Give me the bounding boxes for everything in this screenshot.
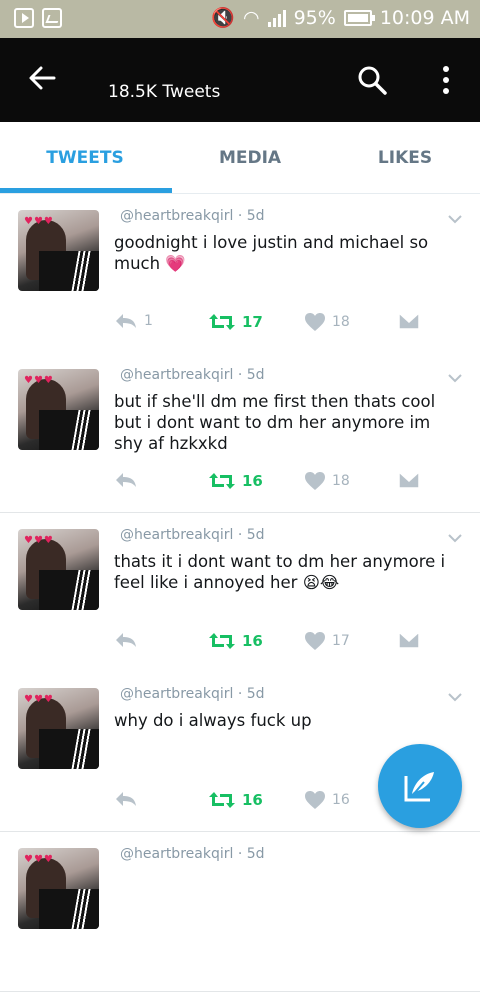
chevron-down-icon[interactable] (448, 692, 462, 702)
direct-message-icon (398, 631, 420, 649)
chevron-down-icon[interactable] (448, 373, 462, 383)
retweet-button[interactable]: 16 (208, 631, 263, 651)
active-tab-indicator (0, 188, 172, 193)
heart-icon (305, 472, 325, 490)
tweet-handle: @heartbreakqirl (120, 527, 234, 543)
tweet[interactable]: ♥♥♥ @heartbreakqirl · 5d (0, 832, 480, 992)
reply-icon (116, 314, 136, 328)
wifi-icon: ◠ (242, 6, 260, 29)
status-bar: 🔇 ◠ 95% 10:09 AM (0, 0, 480, 38)
retweet-button[interactable]: 17 (208, 312, 263, 332)
clock: 10:09 AM (379, 6, 470, 29)
signal-icon (267, 9, 286, 27)
chevron-down-icon[interactable] (448, 533, 462, 543)
avatar[interactable]: ♥♥♥ (18, 848, 99, 929)
avatar[interactable]: ♥♥♥ (18, 210, 99, 291)
tweet-time: 5d (246, 208, 265, 224)
tweet-time: 5d (246, 367, 265, 383)
tweet-text: why do i always fuck up (114, 711, 312, 730)
direct-message-icon (398, 471, 420, 489)
dm-button[interactable] (398, 471, 420, 489)
notification-play-icon (14, 8, 34, 28)
retweet-button[interactable]: 16 (208, 790, 263, 810)
profile-tweet-count: 18.5K Tweets (108, 82, 221, 102)
like-count: 18 (332, 314, 350, 330)
reply-button[interactable] (114, 631, 144, 649)
profile-tabs: TWEETS MEDIA LIKES (0, 122, 480, 194)
avatar[interactable]: ♥♥♥ (18, 529, 99, 610)
retweet-count: 16 (242, 791, 263, 809)
retweet-icon (209, 473, 235, 489)
heart-icon (305, 791, 325, 809)
retweet-icon (209, 633, 235, 649)
tweet[interactable]: ♥♥♥ @heartbreakqirl · 5d but if she'll d… (0, 353, 480, 513)
tweet-meta: @heartbreakqirl · 5d (120, 686, 265, 702)
like-button[interactable]: 18 (304, 312, 350, 332)
compose-tweet-button[interactable] (378, 744, 462, 828)
retweet-icon (209, 792, 235, 808)
direct-message-icon (398, 312, 420, 330)
back-arrow-icon[interactable] (24, 60, 60, 96)
dm-button[interactable] (398, 312, 420, 330)
tweet-text: goodnight i love justin and michael so m… (114, 233, 429, 273)
tweet-time: 5d (246, 686, 265, 702)
notification-image-icon (42, 8, 62, 28)
tweet-actions: 16 17 (114, 631, 434, 655)
like-button[interactable]: 17 (304, 631, 350, 651)
avatar[interactable]: ♥♥♥ (18, 688, 99, 769)
avatar[interactable]: ♥♥♥ (18, 369, 99, 450)
retweet-count: 17 (242, 313, 263, 331)
like-count: 18 (332, 473, 350, 489)
tab-tweets[interactable]: TWEETS (0, 122, 170, 194)
reply-icon (116, 792, 136, 806)
tweet-meta: @heartbreakqirl · 5d (120, 846, 265, 862)
like-button[interactable]: 16 (304, 790, 350, 810)
tweet-time: 5d (246, 527, 265, 543)
reply-icon (116, 473, 136, 487)
compose-tweet-icon (404, 772, 434, 802)
tweet-text: thats it i dont want to dm her anymore i… (114, 552, 446, 592)
chevron-down-icon[interactable] (448, 214, 462, 224)
tab-media[interactable]: MEDIA (165, 122, 335, 194)
tweet-handle: @heartbreakqirl (120, 846, 234, 862)
tweet-handle: @heartbreakqirl (120, 367, 234, 383)
like-count: 17 (332, 633, 350, 649)
retweet-count: 16 (242, 472, 263, 490)
retweet-button[interactable]: 16 (208, 471, 263, 491)
tweet-time: 5d (246, 846, 265, 862)
retweet-count: 16 (242, 632, 263, 650)
reply-icon (116, 633, 136, 647)
tweet-actions: 1 17 18 (114, 312, 434, 336)
tweet-handle: @heartbreakqirl (120, 208, 234, 224)
tweet[interactable]: ♥♥♥ @heartbreakqirl · 5d thats it i dont… (0, 513, 480, 673)
dm-button[interactable] (398, 631, 420, 649)
like-count: 16 (332, 792, 350, 808)
like-button[interactable]: 18 (304, 471, 350, 491)
tweet-meta: @heartbreakqirl · 5d (120, 208, 265, 224)
tab-likes[interactable]: LIKES (320, 122, 480, 194)
tweet-actions: 16 18 (114, 471, 434, 495)
tweet-text: but if she'll dm me first then thats coo… (114, 392, 436, 453)
tweet-meta: @heartbreakqirl · 5d (120, 527, 265, 543)
mute-icon: 🔇 (211, 7, 235, 29)
tweet-handle: @heartbreakqirl (120, 686, 234, 702)
tweet-meta: @heartbreakqirl · 5d (120, 367, 265, 383)
battery-icon (343, 9, 375, 26)
reply-button[interactable] (114, 790, 144, 808)
reply-button[interactable]: 1 (114, 312, 153, 330)
reply-button[interactable] (114, 471, 144, 489)
heart-icon (305, 632, 325, 650)
more-vert-icon[interactable] (436, 64, 456, 96)
battery-percent: 95% (293, 6, 336, 29)
heart-icon (305, 313, 325, 331)
retweet-icon (209, 314, 235, 330)
tweet[interactable]: ♥♥♥ @heartbreakqirl · 5d goodnight i lov… (0, 194, 480, 354)
reply-count: 1 (144, 313, 153, 329)
search-icon[interactable] (356, 64, 388, 96)
app-bar: 18.5K Tweets (0, 38, 480, 122)
